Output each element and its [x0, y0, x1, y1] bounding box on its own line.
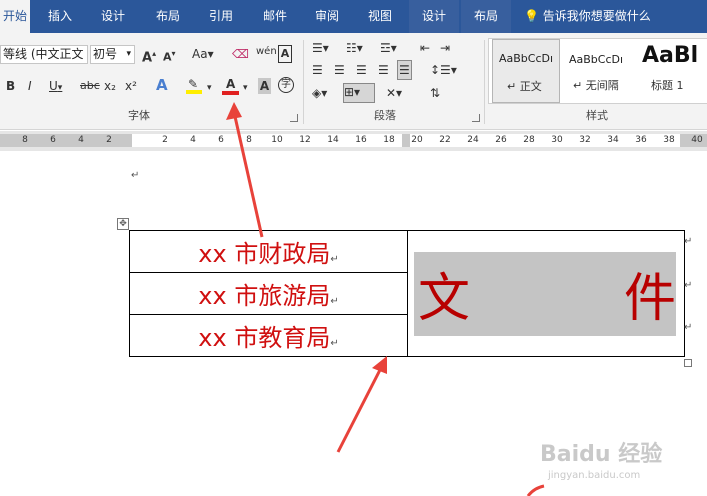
baidu-watermark: Baidu 经验: [540, 442, 663, 467]
annotation-arrow-fragment: [526, 484, 545, 496]
annotation-arrow-font-color: [232, 111, 264, 238]
arrowhead-icon: [226, 102, 242, 120]
annotation-arrows: [226, 102, 545, 496]
baidu-watermark-url: jingyan.baidu.com: [548, 470, 641, 481]
annotation-arrow-table: [336, 365, 384, 453]
